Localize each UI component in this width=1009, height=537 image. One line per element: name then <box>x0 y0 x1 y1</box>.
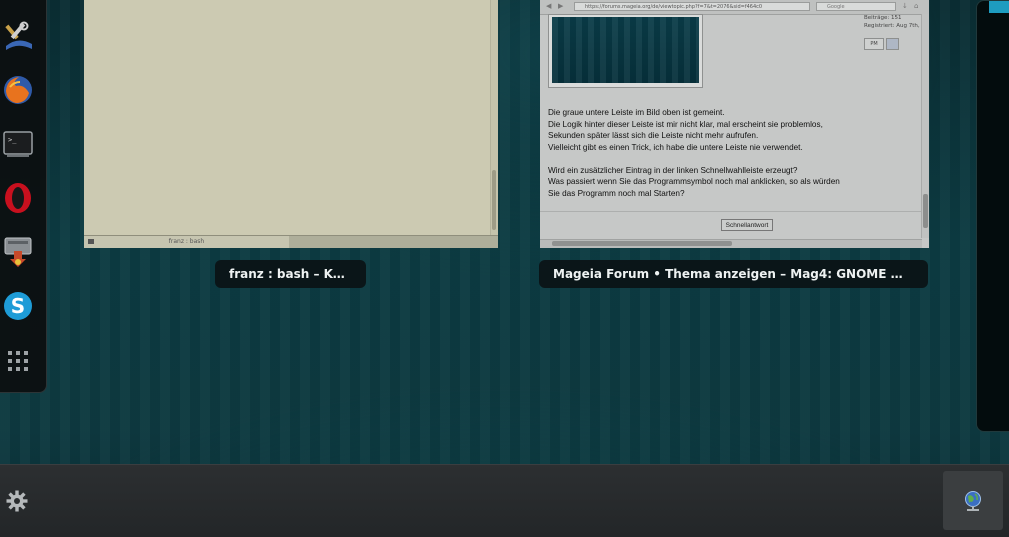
terminal-tab-icon <box>88 239 94 244</box>
back-icon: ◀ <box>546 2 552 10</box>
post-line: Sekunden später lässt sich die Leiste ni… <box>548 131 759 140</box>
post-line: Die graue untere Leiste im Bild oben ist… <box>548 108 725 117</box>
registered-value: Aug 7th, <box>896 23 920 29</box>
posts-value: 151 <box>890 15 902 21</box>
pm-button: PM <box>864 38 884 50</box>
post-screenshot-image <box>548 14 703 88</box>
skype-icon[interactable]: S <box>2 289 34 323</box>
terminal-icon[interactable]: >_ <box>2 127 34 161</box>
tools-icon[interactable] <box>2 18 34 52</box>
registered-label: Registriert: <box>864 23 895 29</box>
konsole-scrollbar <box>490 0 498 235</box>
search-bar: Google <box>816 2 896 11</box>
post-line: Wird ein zusätzlicher Eintrag in der lin… <box>548 165 798 175</box>
email-icon <box>886 38 899 50</box>
konsole-window-caption: franz : bash – Konsole <box>215 260 366 288</box>
konsole-tab: franz : bash <box>84 236 289 248</box>
posts-label: Beiträge: <box>864 15 890 21</box>
network-globe-icon[interactable] <box>943 471 1003 530</box>
quick-reply-button: Schnellantwort <box>721 219 773 231</box>
gear-icon[interactable] <box>5 489 29 513</box>
post-line: Was passiert wenn Sie das Programmsymbol… <box>548 177 840 186</box>
konsole-tab-label: franz : bash <box>168 238 205 245</box>
browser-horizontal-scrollbar <box>540 239 922 248</box>
download-icon: ↓ <box>902 2 908 10</box>
browser-vertical-scrollbar <box>921 14 929 238</box>
installer-icon[interactable] <box>2 235 34 269</box>
workspace-thumbnail[interactable] <box>976 0 1009 432</box>
bottom-message-tray <box>0 464 1009 537</box>
post-line: Vielleicht gibt es einen Trick, ich habe… <box>548 142 803 152</box>
firefox-window-caption: Mageia Forum • Thema anzeigen – Mag4: GN… <box>539 260 928 288</box>
firefox-window-thumbnail[interactable]: ◀ ▶ https://forums.mageia.org/de/viewtop… <box>540 0 929 248</box>
post-line: Sie das Programm noch mal Starten? <box>548 188 685 198</box>
forward-icon: ▶ <box>558 2 564 10</box>
post-body: Die graue untere Leiste im Bild oben ist… <box>548 107 840 199</box>
opera-icon[interactable] <box>2 181 34 215</box>
firefox-icon[interactable] <box>2 73 34 107</box>
svg-text:>_: >_ <box>8 136 17 144</box>
workspace-indicator <box>989 1 1009 13</box>
app-grid-icon[interactable] <box>2 344 34 378</box>
browser-toolbar: ◀ ▶ https://forums.mageia.org/de/viewtop… <box>540 0 929 15</box>
dash: >_ S <box>0 0 47 393</box>
konsole-tab-bar: franz : bash <box>84 235 498 248</box>
konsole-window-thumbnail[interactable]: franz : bash <box>84 0 498 248</box>
svg-text:S: S <box>11 294 25 318</box>
post-line: Die Logik hinter dieser Leiste ist mir n… <box>548 119 823 129</box>
divider <box>540 211 921 212</box>
poster-profile: Beiträge: 151 Registriert: Aug 7th, PM <box>864 14 920 50</box>
home-icon: ⌂ <box>914 2 919 10</box>
url-bar: https://forums.mageia.org/de/viewtopic.p… <box>574 2 810 11</box>
